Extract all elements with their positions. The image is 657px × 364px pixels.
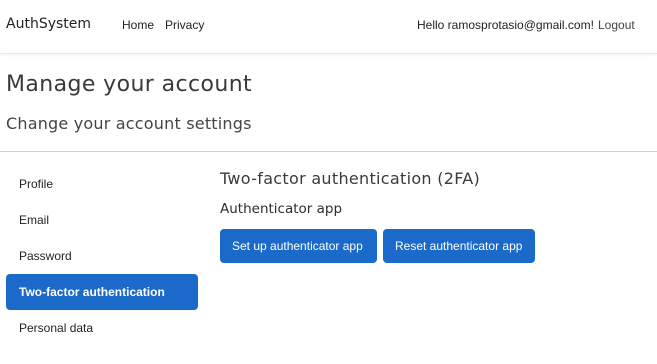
page-title: Manage your account — [6, 72, 253, 97]
sidebar-link-password[interactable]: Password — [6, 238, 198, 274]
sidebar-item-password: Password — [6, 238, 198, 274]
top-navbar: AuthSystem Home Privacy Hello ramosprota… — [0, 0, 657, 54]
nav-home-link[interactable]: Home — [122, 18, 154, 32]
sidebar-item-two-factor: Two-factor authentication — [6, 274, 198, 310]
setup-authenticator-button[interactable]: Set up authenticator app — [220, 229, 377, 263]
authenticator-app-heading: Authenticator app — [220, 201, 343, 217]
sidebar-link-email[interactable]: Email — [6, 202, 198, 238]
account-sidebar: Profile Email Password Two-factor authen… — [6, 166, 198, 346]
reset-authenticator-button[interactable]: Reset authenticator app — [383, 229, 535, 263]
sidebar-item-email: Email — [6, 202, 198, 238]
sidebar-link-profile[interactable]: Profile — [6, 166, 198, 202]
header-divider — [0, 151, 657, 152]
nav-privacy-link[interactable]: Privacy — [165, 18, 204, 32]
sidebar-item-personal-data: Personal data — [6, 310, 198, 346]
sidebar-item-profile: Profile — [6, 166, 198, 202]
page-subtitle: Change your account settings — [6, 114, 252, 133]
sidebar-link-personal-data[interactable]: Personal data — [6, 310, 198, 346]
logout-link[interactable]: Logout — [598, 18, 635, 32]
brand-link[interactable]: AuthSystem — [6, 16, 91, 32]
sidebar-link-two-factor[interactable]: Two-factor authentication — [6, 274, 198, 310]
two-factor-heading: Two-factor authentication (2FA) — [220, 169, 481, 188]
user-greeting-link[interactable]: Hello ramosprotasio@gmail.com! — [417, 18, 594, 32]
